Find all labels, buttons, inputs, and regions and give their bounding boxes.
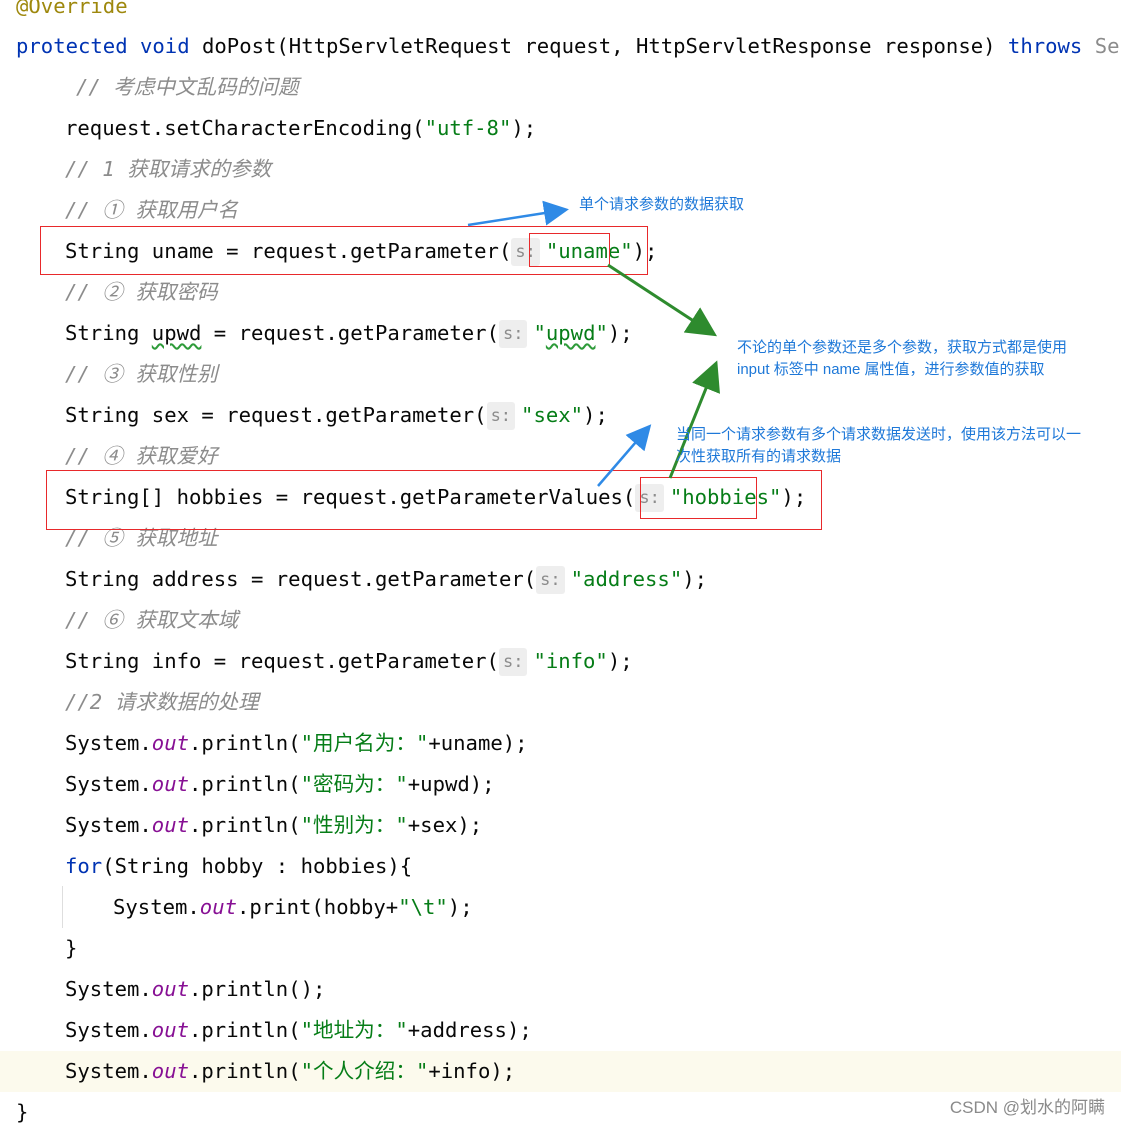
note-multi-line1: 当同一个请求参数有多个请求数据发送时，使用该方法可以一 bbox=[676, 426, 1082, 443]
note-multi-line2: 次性获取所有的请求数据 bbox=[676, 448, 842, 465]
note-both-line2: input 标签中 name 属性值，进行参数值的获取 bbox=[737, 361, 1045, 378]
csdn-watermark: CSDN @划水的阿瞒 bbox=[949, 1098, 1105, 1117]
arrow-multi-note bbox=[597, 424, 652, 487]
arrow-uname-to-note bbox=[607, 263, 718, 337]
note-single-param: 单个请求参数的数据获取 bbox=[579, 196, 745, 213]
arrow-single-note bbox=[467, 200, 569, 227]
annotation-arrows bbox=[467, 200, 720, 487]
note-both-line1: 不论的单个参数还是多个参数，获取方式都是使用 bbox=[737, 339, 1068, 356]
